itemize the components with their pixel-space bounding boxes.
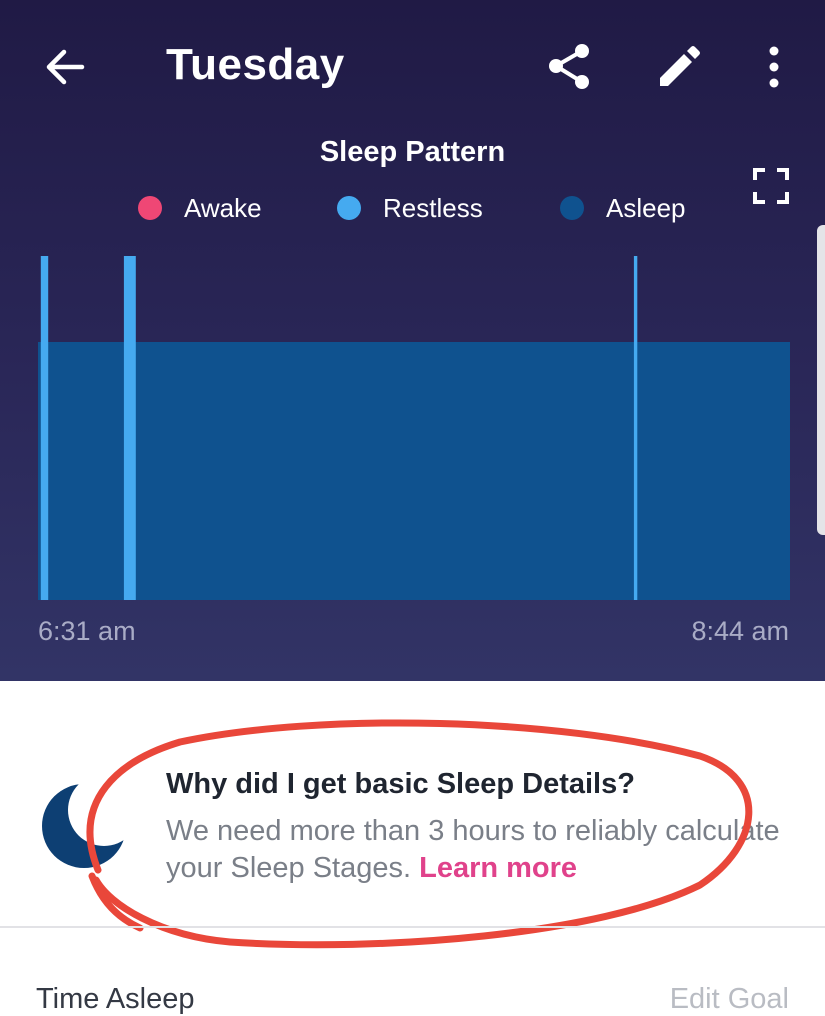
x-axis-end-label: 8:44 am — [691, 616, 789, 646]
sleep-pattern-chart[interactable] — [0, 240, 825, 610]
restless-dot-icon — [337, 196, 361, 220]
more-vertical-icon[interactable] — [764, 44, 784, 90]
back-arrow-icon[interactable] — [44, 46, 86, 88]
awake-dot-icon — [138, 196, 162, 220]
sleep-segment-restless-1 — [40, 256, 49, 600]
info-title: Why did I get basic Sleep Details? — [166, 768, 635, 800]
sleep-segment-restless-3 — [633, 256, 638, 600]
x-axis-start-label: 6:31 am — [38, 616, 136, 646]
time-asleep-label: Time Asleep — [36, 983, 195, 1015]
asleep-dot-icon — [560, 196, 584, 220]
chart-title: Sleep Pattern — [319, 136, 506, 168]
legend-label-awake: Awake — [184, 192, 262, 223]
share-icon[interactable] — [546, 42, 592, 92]
edit-pencil-icon[interactable] — [656, 44, 702, 90]
legend-label-asleep: Asleep — [606, 192, 686, 223]
fullscreen-icon[interactable] — [753, 168, 789, 204]
scroll-indicator[interactable] — [817, 225, 825, 535]
section-divider — [0, 926, 825, 928]
legend-item-awake: Awake — [138, 190, 262, 226]
sleep-segment-asleep-0 — [38, 342, 790, 600]
sleep-segment-restless-2 — [123, 256, 136, 600]
sleep-header: Tuesday Sleep Pattern Awake Restless Asl… — [0, 0, 825, 681]
info-text: We need more than 3 hours to reliably ca… — [166, 813, 796, 887]
page-title: Tuesday — [166, 40, 345, 89]
legend-item-restless: Restless — [337, 190, 483, 226]
moon-icon — [42, 784, 126, 868]
legend-label-restless: Restless — [383, 192, 483, 223]
legend-item-asleep: Asleep — [560, 190, 686, 226]
learn-more-link[interactable]: Learn more — [419, 852, 577, 884]
edit-goal-link[interactable]: Edit Goal — [670, 983, 789, 1016]
